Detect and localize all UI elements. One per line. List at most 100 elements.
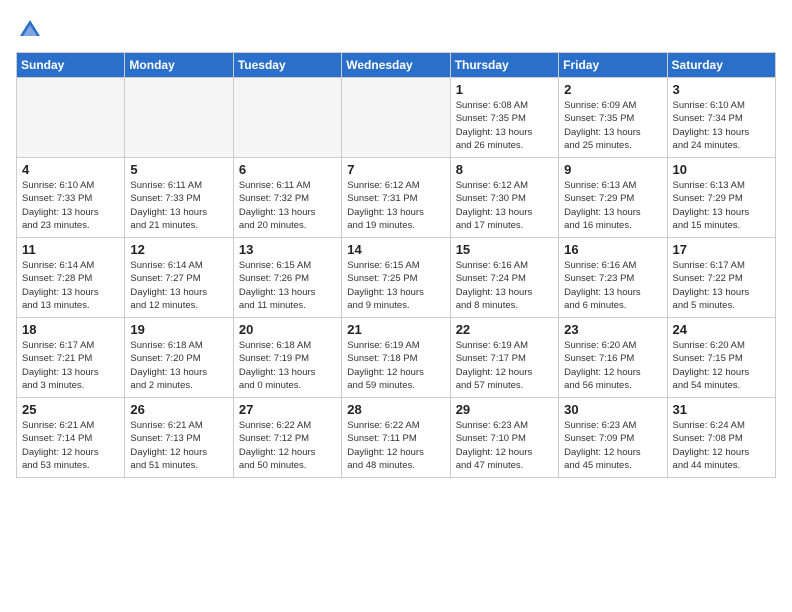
calendar-week-3: 11 Sunrise: 6:14 AM Sunset: 7:28 PM Dayli… [17,238,776,318]
day-info: Sunrise: 6:13 AM Sunset: 7:29 PM Dayligh… [673,179,770,232]
header [16,16,776,44]
weekday-header-thursday: Thursday [450,53,558,78]
weekday-header-wednesday: Wednesday [342,53,450,78]
calendar-cell: 11 Sunrise: 6:14 AM Sunset: 7:28 PM Dayli… [17,238,125,318]
day-info: Sunrise: 6:22 AM Sunset: 7:11 PM Dayligh… [347,419,444,472]
day-info: Sunrise: 6:23 AM Sunset: 7:09 PM Dayligh… [564,419,661,472]
calendar-cell: 3 Sunrise: 6:10 AM Sunset: 7:34 PM Daylig… [667,78,775,158]
calendar-week-1: 1 Sunrise: 6:08 AM Sunset: 7:35 PM Daylig… [17,78,776,158]
day-number: 15 [456,242,553,257]
day-number: 26 [130,402,227,417]
calendar-cell: 25 Sunrise: 6:21 AM Sunset: 7:14 PM Dayli… [17,398,125,478]
calendar-cell: 8Sunrise: 6:12 AM Sunset: 7:30 PM Daylig… [450,158,558,238]
calendar-cell: 14Sunrise: 6:15 AM Sunset: 7:25 PM Dayli… [342,238,450,318]
day-number: 20 [239,322,336,337]
day-number: 3 [673,82,770,97]
day-number: 7 [347,162,444,177]
day-number: 18 [22,322,119,337]
day-info: Sunrise: 6:13 AM Sunset: 7:29 PM Dayligh… [564,179,661,232]
logo-icon [16,16,44,44]
calendar-cell: 18 Sunrise: 6:17 AM Sunset: 7:21 PM Dayli… [17,318,125,398]
day-number: 21 [347,322,444,337]
calendar-cell: 28 Sunrise: 6:22 AM Sunset: 7:11 PM Dayli… [342,398,450,478]
day-number: 29 [456,402,553,417]
calendar-cell: 7Sunrise: 6:12 AM Sunset: 7:31 PM Daylig… [342,158,450,238]
calendar-week-4: 18 Sunrise: 6:17 AM Sunset: 7:21 PM Dayli… [17,318,776,398]
day-info: Sunrise: 6:09 AM Sunset: 7:35 PM Dayligh… [564,99,661,152]
day-number: 13 [239,242,336,257]
calendar-week-5: 25 Sunrise: 6:21 AM Sunset: 7:14 PM Dayli… [17,398,776,478]
day-info: Sunrise: 6:18 AM Sunset: 7:20 PM Dayligh… [130,339,227,392]
calendar-cell: 4Sunrise: 6:10 AM Sunset: 7:33 PM Daylig… [17,158,125,238]
calendar-cell [17,78,125,158]
day-info: Sunrise: 6:14 AM Sunset: 7:27 PM Dayligh… [130,259,227,312]
calendar-table: SundayMondayTuesdayWednesdayThursdayFrid… [16,52,776,478]
day-info: Sunrise: 6:08 AM Sunset: 7:35 PM Dayligh… [456,99,553,152]
day-info: Sunrise: 6:21 AM Sunset: 7:13 PM Dayligh… [130,419,227,472]
day-number: 10 [673,162,770,177]
day-info: Sunrise: 6:21 AM Sunset: 7:14 PM Dayligh… [22,419,119,472]
calendar-cell: 10 Sunrise: 6:13 AM Sunset: 7:29 PM Dayli… [667,158,775,238]
day-info: Sunrise: 6:17 AM Sunset: 7:21 PM Dayligh… [22,339,119,392]
day-number: 27 [239,402,336,417]
day-info: Sunrise: 6:22 AM Sunset: 7:12 PM Dayligh… [239,419,336,472]
calendar-cell: 29 Sunrise: 6:23 AM Sunset: 7:10 PM Dayli… [450,398,558,478]
calendar-cell: 1 Sunrise: 6:08 AM Sunset: 7:35 PM Daylig… [450,78,558,158]
day-number: 17 [673,242,770,257]
day-number: 2 [564,82,661,97]
calendar-cell: 12 Sunrise: 6:14 AM Sunset: 7:27 PM Dayli… [125,238,233,318]
calendar-cell: 30 Sunrise: 6:23 AM Sunset: 7:09 PM Dayli… [559,398,667,478]
day-number: 5 [130,162,227,177]
calendar-cell: 31 Sunrise: 6:24 AM Sunset: 7:08 PM Dayli… [667,398,775,478]
calendar-cell: 27 Sunrise: 6:22 AM Sunset: 7:12 PM Dayli… [233,398,341,478]
calendar-cell [125,78,233,158]
day-info: Sunrise: 6:19 AM Sunset: 7:18 PM Dayligh… [347,339,444,392]
day-number: 28 [347,402,444,417]
day-info: Sunrise: 6:23 AM Sunset: 7:10 PM Dayligh… [456,419,553,472]
day-info: Sunrise: 6:18 AM Sunset: 7:19 PM Dayligh… [239,339,336,392]
calendar-cell: 16Sunrise: 6:16 AM Sunset: 7:23 PM Dayli… [559,238,667,318]
day-info: Sunrise: 6:16 AM Sunset: 7:24 PM Dayligh… [456,259,553,312]
calendar-cell [233,78,341,158]
weekday-header-friday: Friday [559,53,667,78]
calendar-cell: 15 Sunrise: 6:16 AM Sunset: 7:24 PM Dayli… [450,238,558,318]
day-info: Sunrise: 6:12 AM Sunset: 7:30 PM Dayligh… [456,179,553,232]
weekday-header-tuesday: Tuesday [233,53,341,78]
day-number: 19 [130,322,227,337]
weekday-header-sunday: Sunday [17,53,125,78]
day-info: Sunrise: 6:11 AM Sunset: 7:33 PM Dayligh… [130,179,227,232]
day-info: Sunrise: 6:16 AM Sunset: 7:23 PM Dayligh… [564,259,661,312]
day-info: Sunrise: 6:14 AM Sunset: 7:28 PM Dayligh… [22,259,119,312]
day-number: 11 [22,242,119,257]
calendar-cell: 2 Sunrise: 6:09 AM Sunset: 7:35 PM Daylig… [559,78,667,158]
day-number: 1 [456,82,553,97]
calendar-week-2: 4Sunrise: 6:10 AM Sunset: 7:33 PM Daylig… [17,158,776,238]
calendar-cell: 20 Sunrise: 6:18 AM Sunset: 7:19 PM Dayli… [233,318,341,398]
day-info: Sunrise: 6:24 AM Sunset: 7:08 PM Dayligh… [673,419,770,472]
day-info: Sunrise: 6:20 AM Sunset: 7:16 PM Dayligh… [564,339,661,392]
calendar-cell: 13 Sunrise: 6:15 AM Sunset: 7:26 PM Dayli… [233,238,341,318]
day-number: 9 [564,162,661,177]
day-number: 12 [130,242,227,257]
day-info: Sunrise: 6:19 AM Sunset: 7:17 PM Dayligh… [456,339,553,392]
day-number: 22 [456,322,553,337]
calendar-cell: 23 Sunrise: 6:20 AM Sunset: 7:16 PM Dayli… [559,318,667,398]
day-number: 23 [564,322,661,337]
day-number: 31 [673,402,770,417]
weekday-header-row: SundayMondayTuesdayWednesdayThursdayFrid… [17,53,776,78]
day-info: Sunrise: 6:20 AM Sunset: 7:15 PM Dayligh… [673,339,770,392]
day-number: 4 [22,162,119,177]
calendar-cell: 17 Sunrise: 6:17 AM Sunset: 7:22 PM Dayli… [667,238,775,318]
calendar-cell: 21 Sunrise: 6:19 AM Sunset: 7:18 PM Dayli… [342,318,450,398]
calendar-cell: 6Sunrise: 6:11 AM Sunset: 7:32 PM Daylig… [233,158,341,238]
calendar-cell: 5 Sunrise: 6:11 AM Sunset: 7:33 PM Daylig… [125,158,233,238]
day-info: Sunrise: 6:15 AM Sunset: 7:26 PM Dayligh… [239,259,336,312]
day-info: Sunrise: 6:10 AM Sunset: 7:34 PM Dayligh… [673,99,770,152]
day-number: 6 [239,162,336,177]
day-number: 30 [564,402,661,417]
day-number: 25 [22,402,119,417]
day-info: Sunrise: 6:17 AM Sunset: 7:22 PM Dayligh… [673,259,770,312]
weekday-header-saturday: Saturday [667,53,775,78]
calendar-cell: 19 Sunrise: 6:18 AM Sunset: 7:20 PM Dayli… [125,318,233,398]
calendar-cell: 9 Sunrise: 6:13 AM Sunset: 7:29 PM Daylig… [559,158,667,238]
